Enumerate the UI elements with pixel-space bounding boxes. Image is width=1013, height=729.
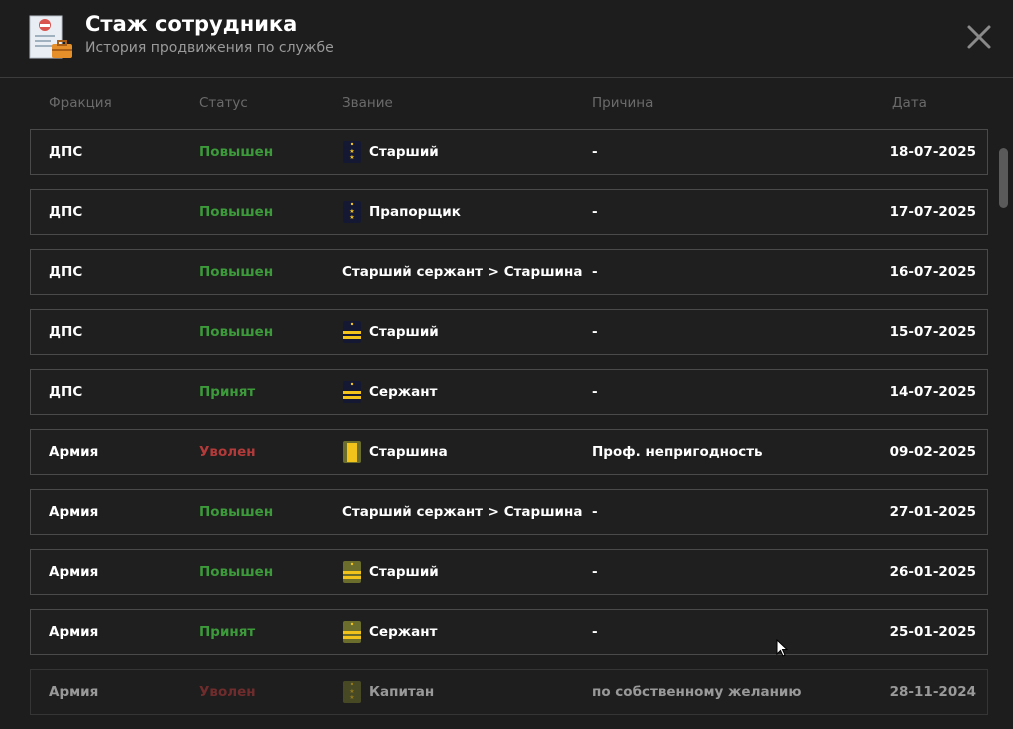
rank-cell: Сержант bbox=[342, 610, 437, 654]
army-stars-shoulder-icon: ★★ bbox=[343, 681, 361, 703]
rank-cell: Старший сержант > Старшина bbox=[342, 490, 582, 534]
faction-cell: Армия bbox=[49, 684, 99, 700]
status-cell: Принят bbox=[199, 384, 256, 400]
reason-cell: - bbox=[592, 144, 598, 160]
reason-cell: - bbox=[592, 624, 598, 640]
table-row[interactable]: Армия Уволен ★ ★ Капитан по собственному жела… bbox=[30, 669, 988, 715]
rank-label: Сержант bbox=[369, 384, 438, 400]
dialog-header: Стаж сотрудника История продвижения по с… bbox=[0, 0, 1013, 78]
rank-label: Старший сержант > Старшина bbox=[342, 264, 583, 280]
reason-cell: - bbox=[592, 504, 598, 520]
status-cell: Повышен bbox=[199, 324, 274, 340]
document-briefcase-icon bbox=[29, 15, 72, 59]
faction-cell: ДПС bbox=[49, 324, 83, 340]
date-cell: 15-07-2025 bbox=[889, 324, 976, 340]
column-header-faction: Фракция bbox=[49, 95, 112, 111]
rank-label: Старший сержант > Старшина bbox=[342, 504, 583, 520]
table-row[interactable]: ДПС Повышен ★ ★ Старший - 18-07-2025 bbox=[30, 129, 988, 175]
rank-label: Старший bbox=[369, 324, 439, 340]
rank-cell: ★ ★ Капитан bbox=[342, 670, 434, 714]
rank-cell: ★ ★ Прапорщик bbox=[342, 190, 461, 234]
faction-cell: ДПС bbox=[49, 384, 83, 400]
dps-stripes-shoulder-icon bbox=[343, 381, 361, 403]
status-cell: Повышен bbox=[199, 144, 274, 160]
reason-cell: Проф. непригодность bbox=[592, 444, 763, 460]
army-yellow-shoulder-icon bbox=[343, 441, 361, 463]
dps-stripes-shoulder-icon bbox=[343, 321, 361, 343]
faction-cell: Армия bbox=[49, 564, 99, 580]
reason-cell: по собственному желанию bbox=[592, 684, 802, 700]
status-cell: Повышен bbox=[199, 264, 274, 280]
rank-label: Прапорщик bbox=[369, 204, 461, 220]
faction-cell: ДПС bbox=[49, 204, 83, 220]
reason-cell: - bbox=[592, 564, 598, 580]
mouse-cursor-icon bbox=[776, 639, 789, 657]
reason-cell: - bbox=[592, 324, 598, 340]
army-stripes-shoulder-icon bbox=[343, 621, 361, 643]
table-row[interactable]: ДПС Повышен Старший - 15-07-2025 bbox=[30, 309, 988, 355]
reason-cell: - bbox=[592, 264, 598, 280]
rank-cell: Сержант bbox=[342, 370, 437, 414]
status-cell: Повышен bbox=[199, 504, 274, 520]
status-cell: Повышен bbox=[199, 204, 274, 220]
status-cell: Уволен bbox=[199, 444, 256, 460]
svg-text:★: ★ bbox=[349, 694, 354, 701]
rank-cell: Старший bbox=[342, 550, 439, 594]
reason-cell: - bbox=[592, 204, 598, 220]
rank-cell: Старшина bbox=[342, 430, 448, 474]
svg-text:★: ★ bbox=[349, 154, 354, 161]
rank-cell: ★ ★ Старший bbox=[342, 130, 439, 174]
date-cell: 17-07-2025 bbox=[889, 204, 976, 220]
status-cell: Повышен bbox=[199, 564, 274, 580]
faction-cell: ДПС bbox=[49, 144, 83, 160]
dps-star-shoulder-icon: ★★ bbox=[343, 141, 361, 163]
page-title: Стаж сотрудника bbox=[85, 12, 298, 36]
date-cell: 25-01-2025 bbox=[889, 624, 976, 640]
table-row[interactable]: Армия Уволен Старшина Проф. непригодность 09… bbox=[30, 429, 988, 475]
date-cell: 26-01-2025 bbox=[889, 564, 976, 580]
army-stripes-shoulder-icon bbox=[343, 561, 361, 583]
table-row[interactable]: Армия Повышен Старший сержант > Старшина - 2… bbox=[30, 489, 988, 535]
rank-label: Сержант bbox=[369, 624, 438, 640]
rank-cell: Старший сержант > Старшина bbox=[342, 250, 582, 294]
date-cell: 18-07-2025 bbox=[889, 144, 976, 160]
scrollbar-thumb[interactable] bbox=[999, 148, 1008, 208]
rank-label: Старший bbox=[369, 564, 439, 580]
rank-label: Капитан bbox=[369, 684, 435, 700]
column-header-rank: Звание bbox=[342, 95, 393, 111]
faction-cell: Армия bbox=[49, 444, 99, 460]
page-subtitle: История продвижения по службе bbox=[85, 40, 334, 56]
faction-cell: Армия bbox=[49, 624, 99, 640]
column-header-status: Статус bbox=[199, 95, 248, 111]
rank-label: Старшина bbox=[369, 444, 448, 460]
close-icon[interactable] bbox=[962, 20, 996, 54]
table-row[interactable]: Армия Повышен Старший - 26-01-2025 bbox=[30, 549, 988, 595]
column-header-reason: Причина bbox=[592, 95, 654, 111]
status-cell: Принят bbox=[199, 624, 256, 640]
rank-cell: Старший bbox=[342, 310, 439, 354]
faction-cell: Армия bbox=[49, 504, 99, 520]
table-row[interactable]: ДПС Принят Сержант - 14-07-2025 bbox=[30, 369, 988, 415]
date-cell: 09-02-2025 bbox=[889, 444, 976, 460]
dps-star-shoulder-icon: ★★ bbox=[343, 201, 361, 223]
date-cell: 14-07-2025 bbox=[889, 384, 976, 400]
svg-text:★: ★ bbox=[349, 214, 354, 221]
history-table: ДПС Повышен ★ ★ Старший -18-07-2025 ДПС Повышен… bbox=[30, 129, 988, 729]
table-row[interactable]: ДПС Повышен ★ ★ Прапорщик - 17-07-2025 bbox=[30, 189, 988, 235]
table-row[interactable]: Армия Принят Сержант - 25-01-2025 bbox=[30, 609, 988, 655]
status-cell: Уволен bbox=[199, 684, 256, 700]
faction-cell: ДПС bbox=[49, 264, 83, 280]
table-row[interactable]: ДПС Повышен Старший сержант > Старшина - 16-… bbox=[30, 249, 988, 295]
reason-cell: - bbox=[592, 384, 598, 400]
date-cell: 28-11-2024 bbox=[889, 684, 976, 700]
column-header-date: Дата bbox=[892, 95, 927, 111]
date-cell: 27-01-2025 bbox=[889, 504, 976, 520]
date-cell: 16-07-2025 bbox=[889, 264, 976, 280]
rank-label: Старший bbox=[369, 144, 439, 160]
